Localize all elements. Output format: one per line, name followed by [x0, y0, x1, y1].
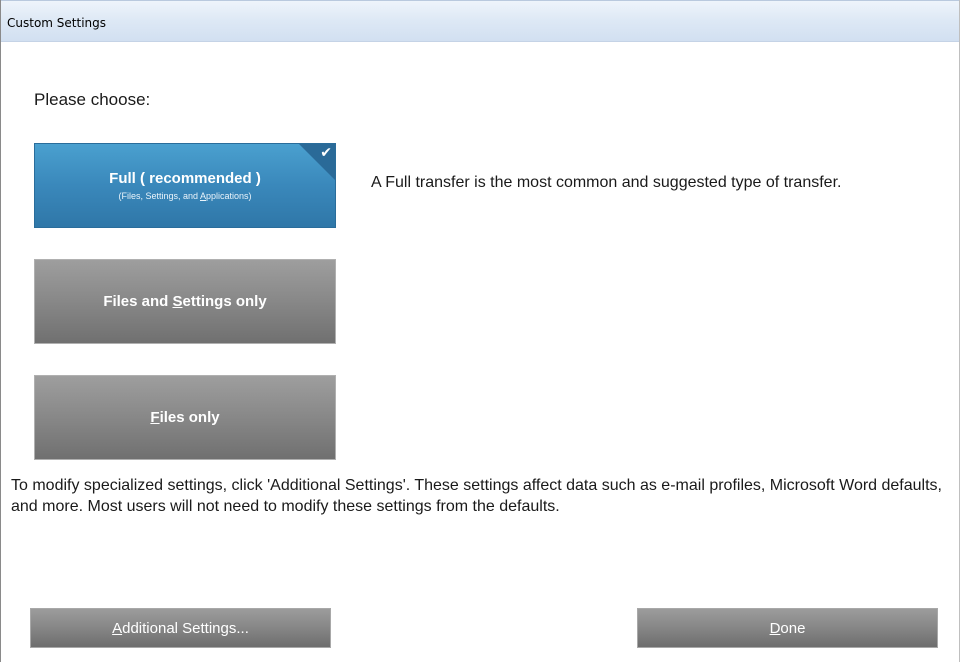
option-files-only-label: Files only [150, 408, 219, 427]
option-files-settings-button[interactable]: Files and Settings only [34, 259, 336, 344]
title-bar: Custom Settings [1, 0, 959, 42]
option-files-settings-label: Files and Settings only [103, 292, 266, 311]
done-label: one [780, 619, 806, 637]
additional-settings-label: dditional Settings... [122, 619, 249, 637]
option-files-only-label-accel: F [150, 409, 160, 426]
choose-prompt: Please choose: [34, 90, 151, 109]
option-files-settings-label-post: ettings only [182, 293, 267, 310]
checkmark-icon: ✔ [320, 145, 332, 161]
option-description: A Full transfer is the most common and s… [371, 174, 842, 191]
additional-settings-info: To modify specialized settings, click 'A… [11, 477, 942, 515]
option-files-settings-label-pre: Files and [103, 293, 173, 310]
additional-settings-button[interactable]: Additional Settings... [30, 608, 331, 648]
custom-settings-window: Custom Settings Please choose: ✔ Full ( … [0, 0, 960, 662]
done-button[interactable]: Done [637, 608, 938, 648]
option-full-label: Full ( recommended ) [109, 169, 261, 187]
option-full-sublabel-pre: (Files, Settings, and [118, 190, 200, 201]
option-files-only-button[interactable]: Files only [34, 375, 336, 460]
option-files-settings-label-accel: S [172, 293, 183, 310]
option-full-button[interactable]: ✔ Full ( recommended ) (Files, Settings,… [34, 143, 336, 228]
done-accel: D [769, 619, 781, 637]
option-full-sublabel-post: pplications) [206, 190, 252, 201]
additional-settings-accel: A [112, 619, 123, 637]
window-title: Custom Settings [7, 16, 107, 30]
option-full-sublabel: (Files, Settings, and Applications) [118, 190, 251, 203]
option-files-only-label-post: iles only [159, 409, 220, 426]
